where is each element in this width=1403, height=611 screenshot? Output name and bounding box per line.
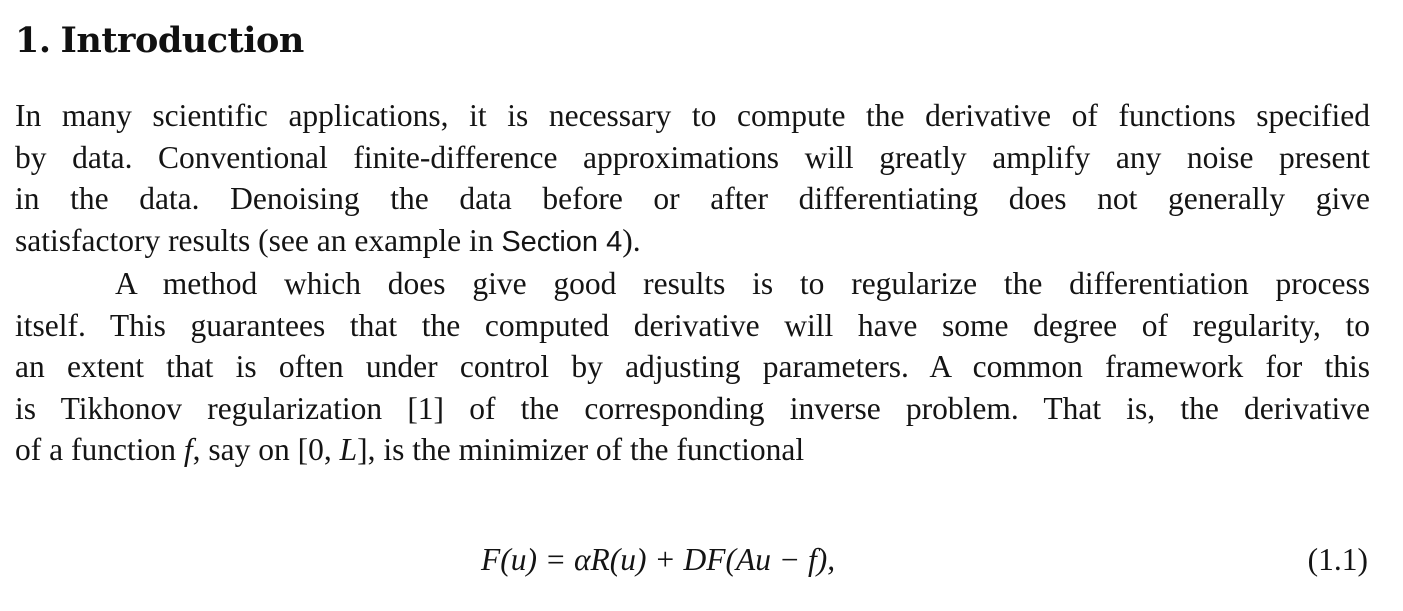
equation-1-1: F(u) = αR(u) + DF(Au − f),	[481, 542, 836, 577]
paragraph-2-line-2: itself. This guarantees that the compute…	[15, 307, 1370, 343]
paragraph-1-line-2: by data. Conventional finite-difference …	[15, 139, 1370, 175]
paragraph-1-line-3: in the data. Denoising the data before o…	[15, 181, 1370, 216]
paragraph-2-line-5: of a function f, say on [0, L], is the m…	[15, 429, 1370, 471]
paragraph-2-line-4: is Tikhonov regularization [1] of the co…	[15, 390, 1370, 426]
section-title: Introduction	[60, 20, 305, 61]
line-4-post: ).	[622, 222, 641, 258]
paragraph-2: A method which does give good results is…	[15, 263, 1370, 471]
math-f: f	[183, 432, 193, 467]
paragraph-1-line-4: satisfactory results (see an example in …	[15, 220, 1370, 264]
math-L: L	[339, 432, 358, 467]
paragraph-2-line-3: an extent that is often under control by…	[15, 349, 1370, 384]
line-5-mid: , say on [0,	[192, 432, 340, 467]
paragraph-2-line-1: A method which does give good results is…	[115, 266, 1370, 301]
paragraph-1-line-1: In many scientific applications, it is n…	[15, 98, 1370, 133]
section-heading: 1. Introduction	[15, 18, 304, 64]
equation-row: F(u) = αR(u) + DF(Au − f), (1.1)	[15, 538, 1370, 582]
section-number: 1.	[15, 20, 51, 61]
line-4-pre: satisfactory results (see an example in	[15, 222, 502, 258]
section-reference-link[interactable]: Section 4	[501, 226, 622, 258]
line-5-post: ], is the minimizer of the functional	[357, 432, 805, 467]
equation-number: (1.1)	[1307, 542, 1368, 577]
paragraph-1: In many scientific applications, it is n…	[15, 95, 1370, 263]
body-text: In many scientific applications, it is n…	[15, 95, 1370, 471]
line-5-pre: of a function	[15, 432, 184, 467]
